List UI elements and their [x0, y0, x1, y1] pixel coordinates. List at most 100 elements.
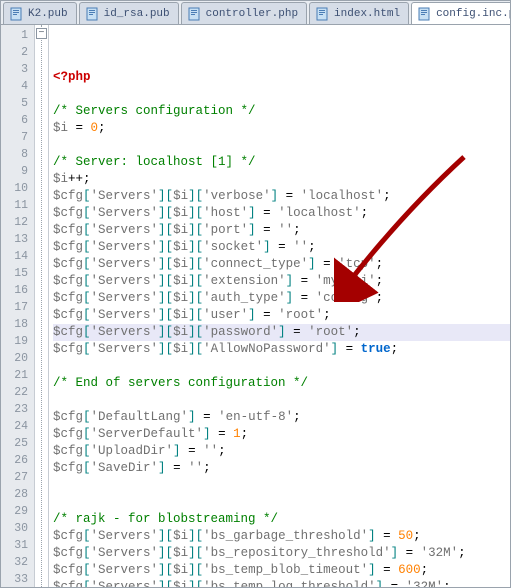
code-line[interactable]: $cfg['Servers'][$i]['bs_temp_blob_timeou… — [53, 562, 510, 579]
line-number: 23 — [1, 401, 28, 418]
code-token: ; — [241, 426, 249, 443]
line-number: 13 — [1, 231, 28, 248]
code-line[interactable]: $cfg['Servers'][$i]['host'] = 'localhost… — [53, 205, 510, 222]
code-token: $cfg — [53, 256, 83, 273]
code-line[interactable] — [53, 137, 510, 154]
code-token: $i — [173, 222, 188, 239]
code-token: 'Servers' — [91, 528, 159, 545]
fold-column[interactable]: − — [35, 25, 49, 587]
code-line[interactable]: $cfg['Servers'][$i]['connect_type'] = 't… — [53, 256, 510, 273]
code-token: ; — [203, 460, 211, 477]
code-token: ] — [286, 290, 294, 307]
code-token: ; — [98, 120, 106, 137]
code-line[interactable]: /* rajk - for blobstreaming */ — [53, 511, 510, 528]
code-line[interactable] — [53, 86, 510, 103]
code-token: $i — [173, 341, 188, 358]
code-token: $i — [173, 290, 188, 307]
line-number-gutter: 1234567891011121314151617181920212223242… — [1, 25, 35, 587]
code-token: 'bs_temp_blob_timeout' — [203, 562, 368, 579]
code-line[interactable]: $cfg['Servers'][$i]['AllowNoPassword'] =… — [53, 341, 510, 358]
code-token: 0 — [91, 120, 99, 137]
code-line[interactable]: /* Servers configuration */ — [53, 103, 510, 120]
code-token: ] — [248, 307, 256, 324]
code-token: 'user' — [203, 307, 248, 324]
code-line[interactable]: $i++; — [53, 171, 510, 188]
line-number: 19 — [1, 333, 28, 350]
tab-config-inc-php[interactable]: config.inc.php — [411, 2, 511, 24]
code-token: ][ — [158, 562, 173, 579]
code-line[interactable]: $cfg['Servers'][$i]['user'] = 'root'; — [53, 307, 510, 324]
code-line[interactable]: $cfg['Servers'][$i]['bs_temp_log_thresho… — [53, 579, 510, 587]
line-number: 14 — [1, 248, 28, 265]
code-token: $i — [173, 256, 188, 273]
tab-controller-php[interactable]: controller.php — [181, 2, 307, 24]
code-token: $i — [173, 324, 188, 341]
line-number: 7 — [1, 129, 28, 146]
code-token: $cfg — [53, 443, 83, 460]
code-line[interactable]: $cfg['Servers'][$i]['bs_garbage_threshol… — [53, 528, 510, 545]
code-line[interactable] — [53, 358, 510, 375]
code-token: ; — [293, 222, 301, 239]
code-line[interactable]: <?php — [53, 69, 510, 86]
code-token: $cfg — [53, 205, 83, 222]
code-line[interactable]: $cfg['Servers'][$i]['extension'] = 'mysq… — [53, 273, 510, 290]
line-number: 5 — [1, 95, 28, 112]
code-token: ][ — [158, 222, 173, 239]
code-token: ] — [158, 460, 166, 477]
code-token: 'config' — [316, 290, 376, 307]
code-token: $cfg — [53, 579, 83, 587]
tab-id-rsa-pub[interactable]: id_rsa.pub — [79, 2, 179, 24]
code-token: ][ — [188, 341, 203, 358]
code-line[interactable]: $i = 0; — [53, 120, 510, 137]
code-line[interactable]: $cfg['DefaultLang'] = 'en-utf-8'; — [53, 409, 510, 426]
code-line[interactable]: /* Server: localhost [1] */ — [53, 154, 510, 171]
code-token: 50 — [398, 528, 413, 545]
code-token: ][ — [188, 545, 203, 562]
code-line[interactable] — [53, 494, 510, 511]
code-token: ; — [413, 528, 421, 545]
code-token: ] — [173, 443, 181, 460]
code-line[interactable]: $cfg['ServerDefault'] = 1; — [53, 426, 510, 443]
code-line[interactable]: $cfg['UploadDir'] = ''; — [53, 443, 510, 460]
code-line[interactable]: $cfg['SaveDir'] = ''; — [53, 460, 510, 477]
line-number: 3 — [1, 61, 28, 78]
tab-label: index.html — [334, 8, 400, 20]
code-token: ][ — [188, 307, 203, 324]
code-lines[interactable]: <?php/* Servers configuration */$i = 0;/… — [49, 25, 510, 587]
tab-index-html[interactable]: index.html — [309, 2, 409, 24]
code-token: ++; — [68, 171, 91, 188]
code-token: 'Servers' — [91, 290, 159, 307]
line-number: 25 — [1, 435, 28, 452]
code-line[interactable]: $cfg['Servers'][$i]['auth_type'] = 'conf… — [53, 290, 510, 307]
code-token: ] — [376, 579, 384, 587]
line-number: 10 — [1, 180, 28, 197]
code-token: 'localhost' — [301, 188, 384, 205]
code-token: '' — [278, 222, 293, 239]
code-line[interactable] — [53, 392, 510, 409]
code-token: [ — [83, 188, 91, 205]
code-line[interactable]: $cfg['Servers'][$i]['bs_repository_thres… — [53, 545, 510, 562]
tab-k2-pub[interactable]: K2.pub — [3, 2, 77, 24]
code-token: [ — [83, 307, 91, 324]
code-token: ] — [308, 256, 316, 273]
code-token: $cfg — [53, 341, 83, 358]
code-line[interactable]: $cfg['Servers'][$i]['verbose'] = 'localh… — [53, 188, 510, 205]
code-token: ][ — [188, 256, 203, 273]
code-token: = — [256, 205, 279, 222]
code-line[interactable] — [53, 477, 510, 494]
code-token: [ — [83, 273, 91, 290]
line-number: 21 — [1, 367, 28, 384]
code-token: ; — [421, 562, 429, 579]
code-line[interactable]: $cfg['Servers'][$i]['port'] = ''; — [53, 222, 510, 239]
fold-toggle-icon[interactable]: − — [36, 28, 47, 39]
code-line[interactable]: $cfg['Servers'][$i]['password'] = 'root'… — [53, 324, 510, 341]
code-token: = — [286, 324, 309, 341]
code-line[interactable]: $cfg['Servers'][$i]['socket'] = ''; — [53, 239, 510, 256]
code-area[interactable]: 1234567891011121314151617181920212223242… — [1, 25, 510, 587]
code-token: 'socket' — [203, 239, 263, 256]
code-line[interactable]: /* End of servers configuration */ — [53, 375, 510, 392]
code-token: $cfg — [53, 290, 83, 307]
line-number: 28 — [1, 486, 28, 503]
file-icon — [315, 7, 329, 21]
code-token: = — [398, 545, 421, 562]
